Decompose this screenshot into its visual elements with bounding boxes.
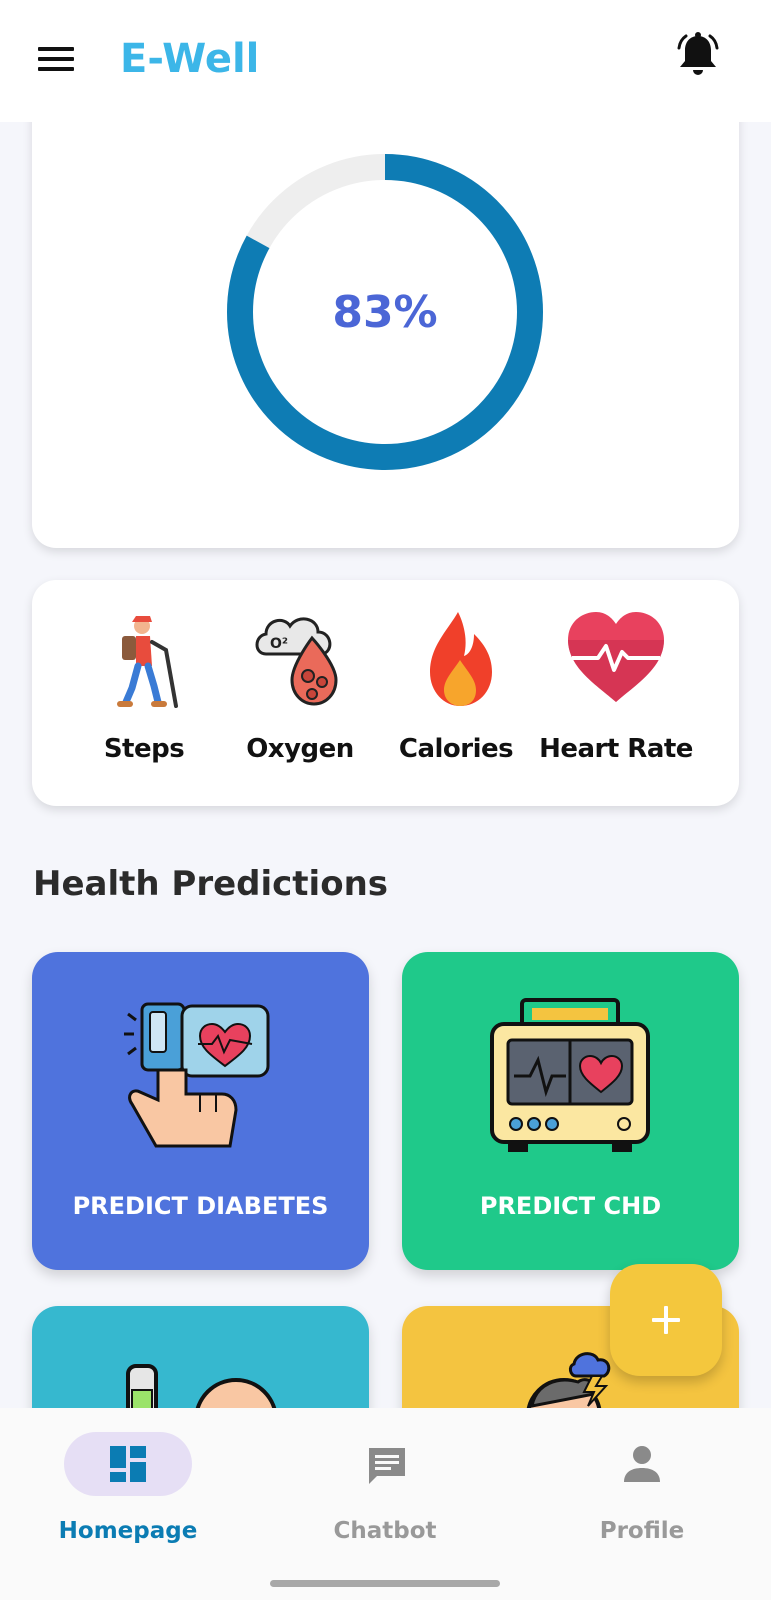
hamburger-menu-icon[interactable] bbox=[36, 44, 76, 74]
progress-value: 83% bbox=[332, 286, 438, 338]
metric-label: Calories bbox=[398, 734, 514, 764]
metric-label: Steps bbox=[103, 734, 185, 764]
metric-label: Oxygen bbox=[246, 734, 354, 764]
svg-text:O²: O² bbox=[270, 636, 288, 652]
predict-asthma-card[interactable] bbox=[32, 1306, 369, 1408]
glucose-meter-finger-icon bbox=[124, 1002, 270, 1148]
predict-chd-card[interactable]: PREDICT CHD bbox=[402, 952, 739, 1270]
predict-diabetes-label: PREDICT DIABETES bbox=[72, 1192, 329, 1220]
nav-chatbot[interactable]: Chatbot bbox=[285, 1432, 485, 1552]
metric-oxygen[interactable]: O² Oxygen bbox=[220, 610, 380, 780]
oxygen-blood-drop-icon: O² bbox=[255, 617, 338, 706]
app-title: E-Well bbox=[120, 36, 260, 82]
dashboard-icon bbox=[110, 1446, 146, 1482]
nav-label: Chatbot bbox=[333, 1518, 437, 1544]
app-bar: E-Well bbox=[0, 0, 771, 122]
metric-calories[interactable]: Calories bbox=[376, 610, 536, 780]
bottom-nav: Homepage Chatbot Profile bbox=[0, 1408, 771, 1570]
progress-card: 83% bbox=[32, 122, 739, 548]
home-indicator[interactable] bbox=[270, 1580, 500, 1587]
nav-homepage[interactable]: Homepage bbox=[28, 1432, 228, 1552]
add-fab-button[interactable] bbox=[610, 1264, 722, 1376]
chat-icon bbox=[369, 1448, 405, 1484]
hiker-icon bbox=[117, 616, 178, 708]
inhaler-icon bbox=[126, 1364, 277, 1408]
metric-label: Heart Rate bbox=[539, 734, 693, 764]
metrics-card: Steps O² Oxygen Calories Heart Rate bbox=[32, 580, 739, 806]
section-title: Health Predictions bbox=[33, 864, 389, 904]
main-scroll-area[interactable]: 83% Steps O² Oxygen Calories Heart Rate … bbox=[0, 122, 771, 1408]
system-nav-bar bbox=[0, 1570, 771, 1600]
predict-diabetes-card[interactable]: PREDICT DIABETES bbox=[32, 952, 369, 1270]
nav-label: Profile bbox=[599, 1518, 685, 1544]
bell-ringing-icon[interactable] bbox=[672, 30, 724, 82]
predict-chd-label: PREDICT CHD bbox=[479, 1192, 662, 1220]
heart-pulse-icon bbox=[568, 612, 664, 702]
metric-heart-rate[interactable]: Heart Rate bbox=[536, 610, 696, 780]
nav-label: Homepage bbox=[58, 1518, 198, 1544]
heart-monitor-icon bbox=[490, 998, 650, 1152]
metric-steps[interactable]: Steps bbox=[64, 610, 224, 780]
person-icon bbox=[624, 1446, 660, 1482]
flame-icon bbox=[430, 612, 492, 706]
plus-icon bbox=[652, 1306, 680, 1334]
nav-profile[interactable]: Profile bbox=[542, 1432, 742, 1552]
